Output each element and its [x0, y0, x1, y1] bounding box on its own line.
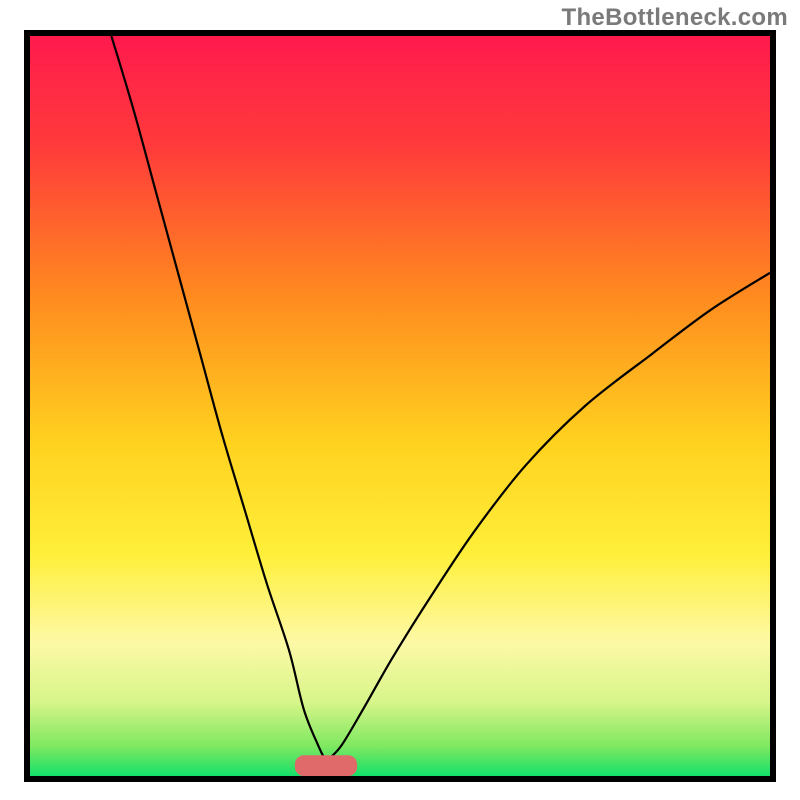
gradient-background	[30, 36, 770, 776]
plot-frame	[24, 30, 776, 782]
bottleneck-chart	[30, 36, 770, 776]
plot-area	[30, 36, 770, 776]
watermark-text: TheBottleneck.com	[562, 4, 788, 32]
min-marker	[295, 755, 357, 776]
